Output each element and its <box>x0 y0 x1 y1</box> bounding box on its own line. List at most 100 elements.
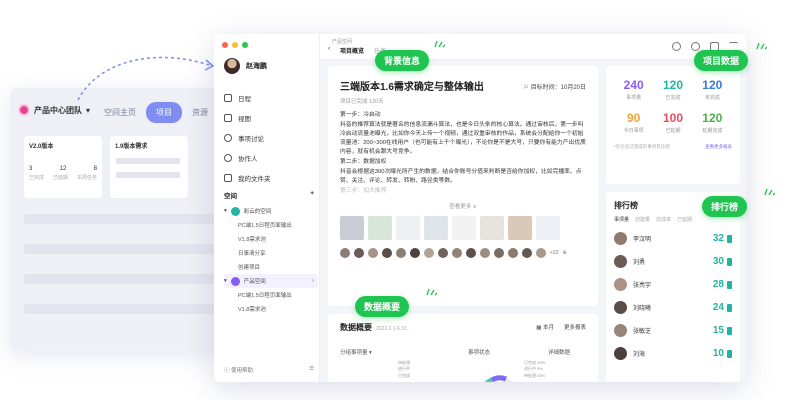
group-select[interactable]: 分组事项量 ▾ <box>340 348 372 356</box>
tab-delayed[interactable]: 已延期 <box>677 216 692 223</box>
table-row[interactable]: 李汉明 32 <box>614 227 732 250</box>
tab-created[interactable]: 创建量 <box>635 216 650 223</box>
article-card: 三端版本1.6需求确定与整体输出 ⚐ 目标时间：10月20日 项目已完成 120… <box>328 66 598 306</box>
sidebar-item-schedule[interactable]: 日程 <box>224 88 314 108</box>
stat-item[interactable]: 100 已延期 <box>653 111 692 134</box>
avatar[interactable] <box>410 247 420 258</box>
avatar[interactable] <box>438 247 448 258</box>
avatar <box>224 58 240 74</box>
avatar[interactable] <box>424 247 434 258</box>
avatar[interactable] <box>382 247 392 258</box>
attachment-thumbnail[interactable] <box>424 215 448 240</box>
help-bar: ⓘ 使用帮助 ☰ <box>224 366 314 374</box>
space-sub-item[interactable]: 日事清分享 <box>224 246 318 260</box>
avatar[interactable] <box>396 247 406 258</box>
bg-project-card[interactable]: V2.0版本 3 12 8 已完成 已延期 本周任务 <box>24 136 102 198</box>
rank-name: 刘勇 <box>633 260 646 266</box>
sparkle-icon <box>756 42 767 50</box>
stat-label: 已完成 <box>665 95 681 101</box>
attachment-thumbnail[interactable] <box>368 215 392 240</box>
attachment-thumbnail[interactable] <box>508 215 532 240</box>
rank-name: 张敏芝 <box>633 329 652 335</box>
table-row[interactable]: 张敏芝 15 <box>614 319 732 342</box>
tab-item-count[interactable]: 事项量 <box>614 216 629 223</box>
stat-item[interactable]: 120 未完成 <box>693 78 732 101</box>
sidebar-item-view[interactable]: 视图 <box>224 108 314 128</box>
table-row[interactable]: 张亮宇 28 <box>614 273 732 296</box>
donut-chart <box>484 375 512 382</box>
space-sub-item[interactable]: PC端1.5日程页面输出 <box>224 288 318 302</box>
table-row[interactable]: 刘晓曦 24 <box>614 296 732 319</box>
space-header: 空间 + <box>224 190 314 200</box>
avatar[interactable] <box>494 247 504 258</box>
space-item[interactable]: ▾ 彩云的空间 <box>224 204 318 218</box>
avatar <box>614 324 627 337</box>
avatar[interactable] <box>452 247 462 258</box>
help-link[interactable]: ⓘ 使用帮助 <box>224 366 253 374</box>
table-row[interactable]: 刘海 10 <box>614 342 732 365</box>
placeholder-bar <box>116 172 180 178</box>
tab-completion[interactable]: 完成率 <box>656 216 671 223</box>
expand-button[interactable]: 查看更多 ∨ <box>340 202 586 210</box>
user-profile[interactable]: 赵海鹏 <box>224 58 267 74</box>
stat-item[interactable]: 120 已完成 <box>653 78 692 101</box>
rank-name: 张亮宇 <box>633 283 652 289</box>
bg-project-card[interactable]: 1.9版本需求 <box>110 136 188 198</box>
chevron-down-icon: ▾ <box>224 208 227 214</box>
add-space-button[interactable]: + <box>310 190 314 200</box>
avatar[interactable] <box>466 247 476 258</box>
space-sub-item[interactable]: V1.8需求池 <box>224 302 318 316</box>
avatar[interactable] <box>522 247 532 258</box>
rank-bar-icon <box>727 234 732 243</box>
avatar[interactable] <box>480 247 490 258</box>
attachment-thumbnail[interactable] <box>536 215 560 240</box>
stat-value: 120 <box>702 78 723 92</box>
space-sub-item[interactable]: 创建项目 <box>224 260 318 274</box>
more-reports-link[interactable]: 查看更多报表 <box>705 144 732 150</box>
space-icon <box>230 276 240 286</box>
range-select[interactable]: ▦ 本月 <box>536 323 554 331</box>
data-overview-card: 数据概要 2022.6.1-6.31 ▦ 本月 更多报表 分组事项量 ▾ 事项状态… <box>328 314 598 382</box>
chevron-down-icon: ▾ <box>224 278 227 284</box>
avatar[interactable] <box>340 247 350 258</box>
chat-icon[interactable] <box>691 42 700 51</box>
avatar[interactable] <box>368 247 378 258</box>
sidebar-item-collaborators[interactable]: 协作人 <box>224 148 314 168</box>
attachment-thumbnail[interactable] <box>452 215 476 240</box>
maximize-window-icon[interactable] <box>242 42 248 48</box>
more-reports-link[interactable]: 更多报表 <box>564 323 586 331</box>
avatar <box>614 301 627 314</box>
more-members-count[interactable]: +32 <box>550 250 558 256</box>
bg-tab-project[interactable]: 项目 <box>146 102 182 123</box>
space-sub-item[interactable]: PC端1.5日程页面输出 <box>224 218 318 232</box>
bg-tab-resource[interactable]: 资源 <box>192 107 208 118</box>
stat-item[interactable]: 90 今日事项 <box>614 111 653 134</box>
avatar[interactable] <box>536 247 546 258</box>
add-icon[interactable] <box>672 42 681 51</box>
bg-team-header: 产品中心团队 ▾ <box>18 104 90 116</box>
avatar <box>614 255 627 268</box>
overview-actions: ▦ 本月 更多报表 <box>536 323 586 331</box>
rank-name: 刘晓曦 <box>633 306 652 312</box>
avatar[interactable] <box>354 247 364 258</box>
table-row[interactable]: 刘勇 30 <box>614 250 732 273</box>
avatar[interactable] <box>508 247 518 258</box>
rank-name: 刘海 <box>633 352 646 358</box>
menu-icon[interactable]: ☰ <box>309 366 314 374</box>
attachment-thumbnail[interactable] <box>340 215 364 240</box>
attachment-thumbnail[interactable] <box>480 215 504 240</box>
detail-link[interactable]: 详细数据 <box>548 348 570 356</box>
stat-item[interactable]: 240 事项量 <box>614 78 653 101</box>
minimize-window-icon[interactable] <box>232 42 238 48</box>
stat-item[interactable]: 120 延期完成 <box>693 111 732 134</box>
tab-overview[interactable]: 项目概览 <box>340 46 364 55</box>
space-item-active[interactable]: ▾ 产品空间 › <box>224 274 318 288</box>
sidebar-item-discussion[interactable]: 事项讨论 <box>224 128 314 148</box>
attachment-thumbnail[interactable] <box>396 215 420 240</box>
back-icon[interactable]: ‹ <box>328 46 330 55</box>
close-window-icon[interactable] <box>222 42 228 48</box>
add-member-icon[interactable]: ⊕ <box>562 250 566 256</box>
bg-tab-home[interactable]: 空间主页 <box>104 107 136 118</box>
space-sub-item[interactable]: V1.8需求池 <box>224 232 318 246</box>
sidebar-item-folder[interactable]: 我的文件夹 <box>224 168 314 188</box>
